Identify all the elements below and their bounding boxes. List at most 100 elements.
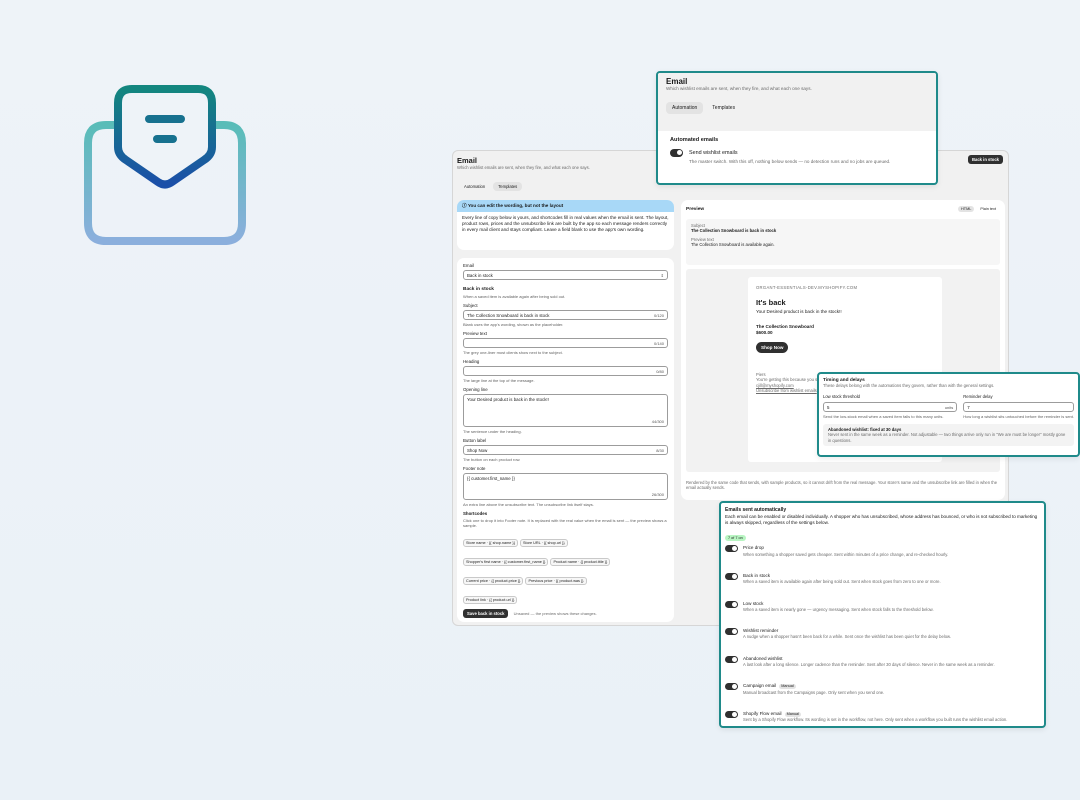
heading-help: The large line at the top of the message… [463, 378, 535, 383]
auto-emails-title: Emails sent automatically [725, 507, 787, 513]
shopify-flow-email-toggle[interactable] [725, 710, 738, 718]
opening-line-textarea[interactable]: Your Desired product is back in the stoc… [463, 394, 668, 427]
tab-templates[interactable]: Templates [493, 182, 523, 191]
auto-email-desc: A last look after a long silence. Longer… [743, 661, 995, 667]
send-wishlist-emails-desc: The master switch. With this off, nothin… [689, 159, 891, 164]
campaign-email-toggle[interactable] [725, 683, 738, 691]
info-icon: ⓘ [462, 203, 467, 208]
timing-delays-card: Timing and delays These delays belong wi… [817, 372, 1080, 457]
tab-automation[interactable]: Automation [666, 101, 704, 114]
footer-note-label: Footer note [463, 466, 486, 471]
email-automation-card: Email Which wishlist emails are sent, wh… [656, 71, 938, 185]
abandoned-fixed-note: Abandoned wishlist: fixed at 30 days Nev… [823, 423, 1074, 447]
auto-email-desc: Sent by a Shopify Flow workflow. Its wor… [743, 717, 1008, 723]
section-desc: When a saved item is available again aft… [463, 294, 566, 299]
low-stock-toggle[interactable] [725, 600, 738, 608]
footer-note-value: {{ customer.first_name }} [467, 476, 515, 481]
section-title: Back in stock [463, 287, 494, 292]
email-card-subtitle: Which wishlist emails are sent, when the… [666, 86, 812, 91]
shortcode-chips: Store name · {{ shop.name }} Store URL · … [463, 531, 668, 607]
low-stock-threshold-help: Send the low-stock email when a saved it… [823, 413, 944, 419]
send-wishlist-emails-toggle[interactable] [670, 149, 683, 157]
save-template-button[interactable]: Save back in stock [463, 609, 509, 618]
template-form: Email Back in stock ⇕ Back in stock When… [457, 258, 674, 622]
email-heading: It's back [756, 298, 786, 308]
auto-email-row: Low stock When a saved item is nearly gon… [725, 600, 1040, 629]
shortcode-chip[interactable]: Store URL · {{ shop.url }} [519, 539, 568, 547]
preview-title: Preview [686, 207, 705, 212]
shortcode-chip[interactable]: Shopper's first name · {{ customer.first… [463, 558, 549, 566]
back-in-stock-button[interactable]: Back in stock [968, 155, 1003, 164]
auto-email-name: Campaign email [743, 683, 777, 689]
heading-input[interactable]: 0/80 [463, 366, 668, 376]
tab-bar: Automation Templates [459, 182, 523, 191]
preview-text-label: Preview text [463, 331, 487, 336]
preview-subject: The Collection Snowboard is back in stoc… [691, 228, 777, 234]
opening-line-count: 44/300 [651, 419, 664, 424]
auto-email-row: Price drop When something a shopper saved… [725, 545, 1040, 573]
email-select[interactable]: Back in stock ⇕ [463, 270, 668, 280]
wishlist-inbox-logo-icon [84, 85, 246, 245]
automated-emails-heading: Automated emails [670, 137, 719, 143]
wishlist-reminder-toggle[interactable] [725, 628, 738, 636]
subject-input[interactable]: The Collection Snowboard is back in stoc… [463, 310, 668, 320]
back-in-stock-toggle[interactable] [725, 572, 738, 580]
chevron-updown-icon: ⇕ [660, 273, 664, 278]
tab-templates[interactable]: Templates [706, 102, 741, 114]
page-subtitle: Which wishlist emails are sent, when the… [457, 165, 590, 170]
unsaved-note: Unsaved — the preview shows these change… [513, 611, 597, 616]
reminder-delay-value: 7 [967, 404, 970, 410]
subject-help: Blank uses the app's wording, shown as t… [463, 322, 564, 327]
preview-text-help: The grey one-liner most clients show nex… [463, 350, 563, 355]
preview-ptext: The Collection Snowboard is available ag… [691, 242, 775, 248]
price-drop-toggle[interactable] [725, 545, 738, 553]
auto-email-row: Back in stock When a saved item is availa… [725, 572, 1040, 601]
auto-email-desc: When a saved item is nearly gone — urgen… [743, 606, 934, 612]
auto-email-row: Campaign email Manual Manual broadcast fro… [725, 683, 1040, 711]
shortcode-chip[interactable]: Previous price · {{ product.was }} [525, 577, 587, 585]
subject-value: The Collection Snowboard is back in stoc… [467, 313, 550, 318]
low-stock-threshold-input[interactable]: 5 units [823, 401, 958, 412]
emails-sent-automatically-card: Emails sent automatically Each email can… [719, 501, 1046, 728]
banner-body: Every line of copy below is yours, and s… [462, 215, 669, 233]
auto-email-desc: A nudge when a shopper hasn't been back … [743, 634, 951, 640]
layout-banner: ⓘ You can edit the wording, but not the … [457, 200, 674, 250]
footer-note-count: 26/300 [651, 492, 664, 497]
button-label-help: The button on each product row. [463, 457, 521, 462]
abandoned-wishlist-toggle[interactable] [725, 655, 738, 663]
auto-email-row: Shopify Flow email Manual Sent by a Shopif… [725, 710, 1040, 726]
opening-line-label: Opening line [463, 387, 488, 392]
shortcodes-desc: Click one to drop it into Footer note. I… [463, 518, 667, 528]
shortcode-chip[interactable]: Product link · {{ product.url }} [463, 596, 518, 604]
auto-emails-desc: Each email can be enabled or disabled in… [725, 514, 1038, 526]
email-card-title: Email [666, 77, 688, 86]
page-title: Email [457, 156, 478, 165]
footer-note-textarea[interactable]: {{ customer.first_name }} 26/300 [463, 473, 668, 500]
auto-email-list: Price drop When something a shopper saved… [725, 545, 1040, 726]
send-wishlist-emails-label: Send wishlist emails [689, 150, 738, 156]
button-label-count: 8/30 [656, 448, 664, 453]
tab-automation[interactable]: Automation [459, 182, 490, 191]
tab-html[interactable]: HTML [958, 206, 975, 212]
banner-title: You can edit the wording, but not the la… [467, 203, 564, 208]
preview-text-input[interactable]: 0/140 [463, 338, 668, 348]
enabled-count-badge: 7 of 7 on [725, 535, 746, 542]
shortcode-chip[interactable]: Current price · {{ product.price }} [463, 577, 524, 585]
button-label-input[interactable]: Shop Now 8/30 [463, 445, 668, 455]
reminder-delay-help: How long a wishlist sits untouched befor… [963, 413, 1074, 419]
subject-count: 0/120 [653, 313, 664, 318]
abandoned-fixed-desc: Never sent in the same week as a reminde… [828, 432, 1066, 443]
email-shop-button[interactable]: Shop Now [756, 342, 789, 354]
tab-plain-text[interactable]: Plain text [977, 206, 999, 212]
shortcode-chip[interactable]: Store name · {{ shop.name }} [463, 539, 518, 547]
auto-email-desc: When a saved item is available again aft… [743, 579, 941, 585]
preview-mode-tabs: HTML Plain text [958, 206, 999, 212]
auto-email-name: Shopify Flow email [743, 710, 782, 716]
auto-email-desc: When something a shopper saved gets chea… [743, 551, 949, 557]
low-stock-threshold-value: 5 [827, 404, 830, 410]
reminder-delay-input[interactable]: 7 [963, 401, 1074, 412]
shortcode-chip[interactable]: Product name · {{ product.title }} [550, 558, 611, 566]
email-select-value: Back in stock [467, 273, 493, 278]
shortcodes-title: Shortcodes [463, 511, 488, 516]
timing-desc: These delays belong with the automations… [823, 383, 995, 388]
